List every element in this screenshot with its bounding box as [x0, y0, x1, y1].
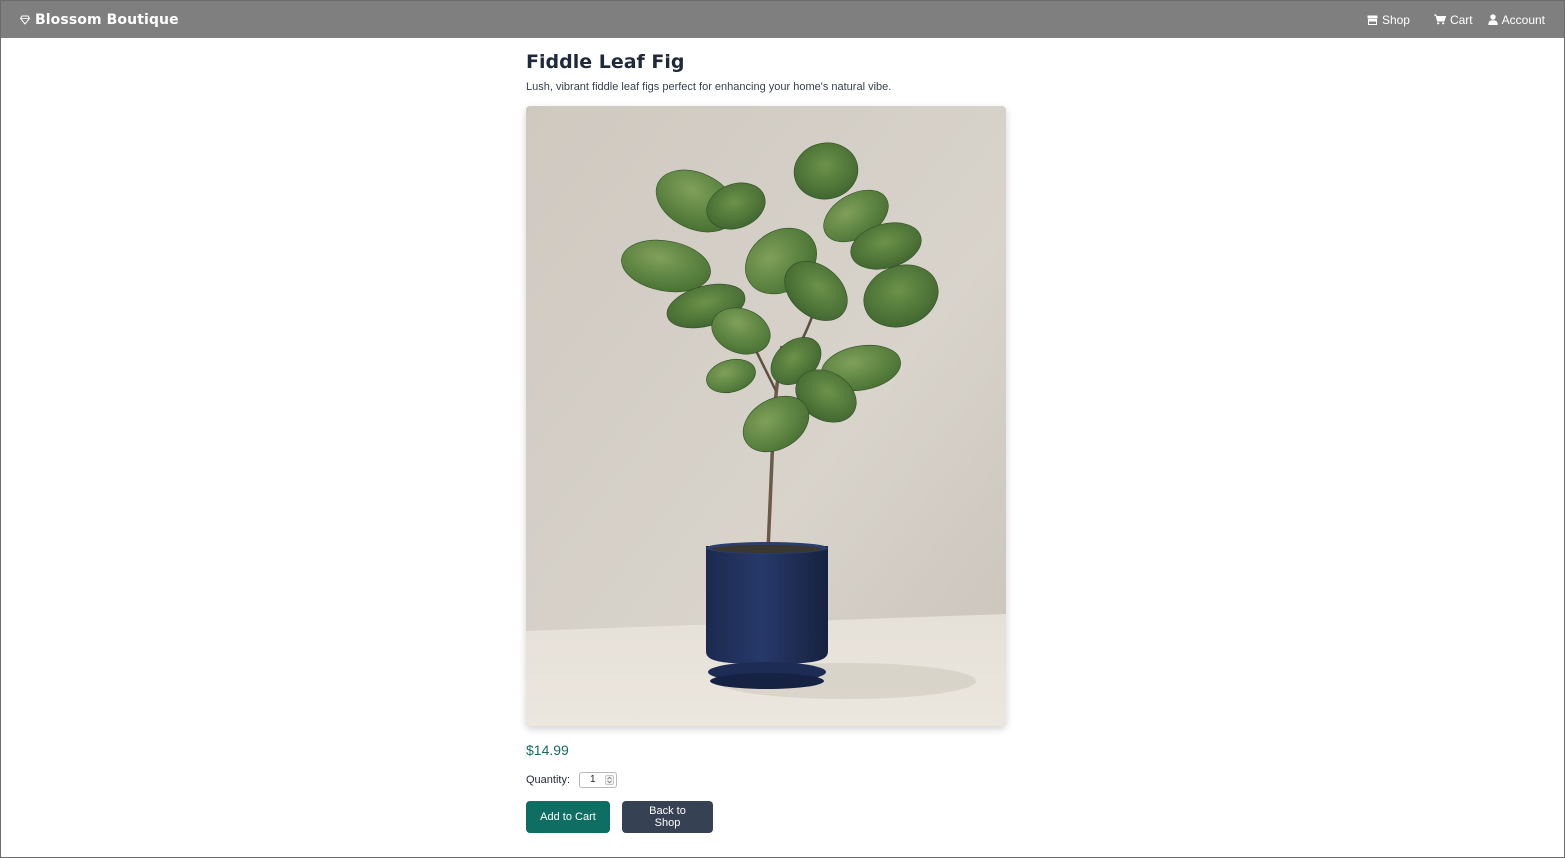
nav-link-shop[interactable]: Shop [1367, 13, 1410, 27]
gem-icon [20, 15, 30, 25]
fiddle-leaf-fig-photo [526, 106, 1006, 726]
product-detail: Fiddle Leaf Fig Lush, vibrant fiddle lea… [526, 49, 1006, 833]
quantity-value: 1 [590, 774, 596, 785]
nav-link-cart[interactable]: Cart [1433, 12, 1473, 27]
action-buttons: Add to Cart Back to Shop [526, 801, 1006, 833]
product-title: Fiddle Leaf Fig [526, 51, 685, 73]
nav-links: Shop Cart Account [1367, 13, 1545, 27]
cart-icon [1433, 14, 1446, 25]
stepper-arrows-icon[interactable] [605, 775, 615, 785]
brand[interactable]: Blossom Boutique [20, 12, 179, 28]
nav-link-label: Cart [1449, 12, 1473, 27]
user-icon [1487, 14, 1498, 25]
back-to-shop-button[interactable]: Back to Shop [622, 801, 713, 833]
navbar: Blossom Boutique Shop Cart Account [1, 1, 1564, 38]
product-price: $14.99 [526, 742, 569, 758]
product-image [526, 106, 1006, 726]
quantity-row: Quantity: 1 [526, 771, 1006, 789]
nav-link-account[interactable]: Account [1487, 12, 1545, 27]
quantity-stepper[interactable]: 1 [579, 772, 618, 788]
store-icon [1367, 15, 1378, 25]
brand-name: Blossom Boutique [35, 11, 179, 28]
product-description: Lush, vibrant fiddle leaf figs perfect f… [526, 81, 892, 93]
add-to-cart-button[interactable]: Add to Cart [526, 801, 610, 833]
nav-link-label: Shop [1381, 12, 1410, 27]
quantity-label: Quantity: [526, 774, 571, 786]
nav-link-label: Account [1501, 12, 1545, 27]
